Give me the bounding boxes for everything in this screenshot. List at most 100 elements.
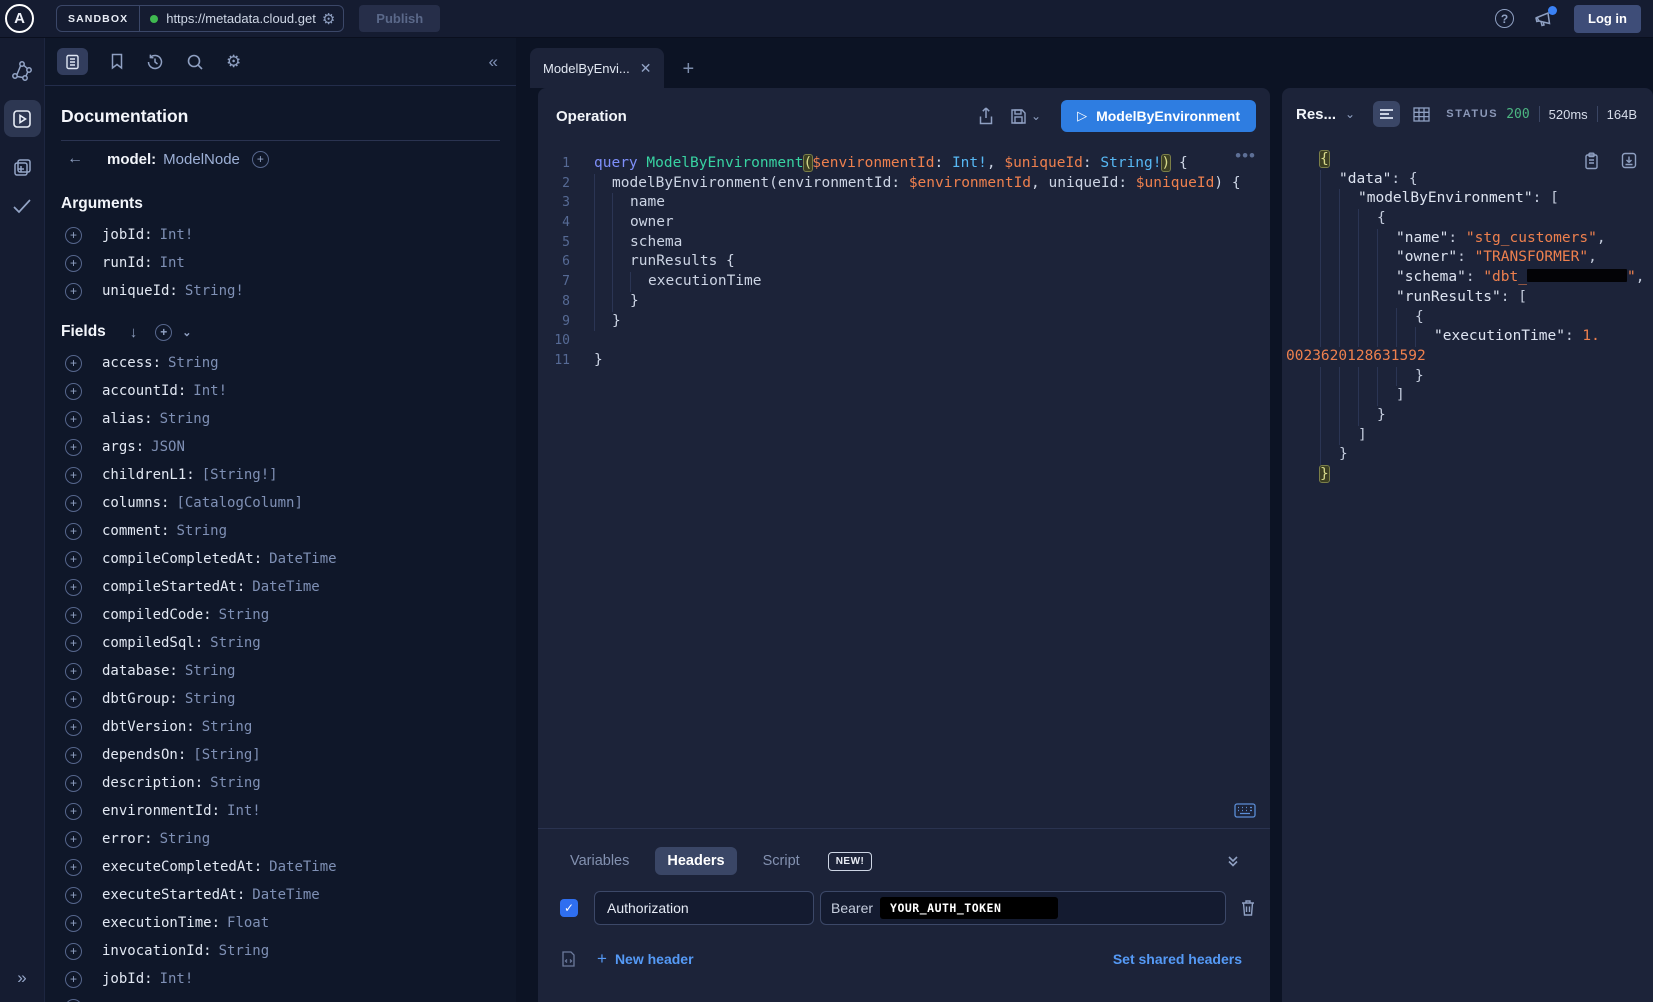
header-value-input[interactable]: Bearer YOUR_AUTH_TOKEN [820, 891, 1226, 925]
code-line[interactable]: 9} [538, 312, 1270, 332]
doc-settings-icon[interactable]: ⚙ [226, 52, 241, 72]
save-options-chevron-icon[interactable]: ⌄ [1031, 109, 1041, 123]
doc-field-row[interactable]: +args:JSON [61, 433, 500, 461]
add-to-query-icon[interactable]: + [65, 551, 82, 568]
add-to-query-icon[interactable]: + [65, 971, 82, 988]
doc-crumb-type[interactable]: ModelNode [163, 151, 240, 168]
add-to-query-icon[interactable]: + [65, 691, 82, 708]
doc-field-row[interactable]: +compiledSql:String [61, 629, 500, 657]
doc-field-row[interactable]: +columns:[CatalogColumn] [61, 489, 500, 517]
doc-field-row[interactable]: +executeStartedAt:DateTime [61, 881, 500, 909]
add-to-query-icon[interactable]: + [65, 439, 82, 456]
add-to-query-icon[interactable]: + [65, 255, 82, 272]
operation-collections-icon[interactable] [12, 157, 33, 178]
add-to-query-icon[interactable]: + [65, 579, 82, 596]
add-to-query-icon[interactable]: + [65, 887, 82, 904]
add-all-fields-icon[interactable]: + [155, 324, 172, 341]
code-line[interactable]: 11} [538, 351, 1270, 371]
add-to-query-icon[interactable]: + [65, 607, 82, 624]
add-to-query-icon[interactable]: + [65, 411, 82, 428]
doc-field-row[interactable]: +compileCompletedAt:DateTime [61, 545, 500, 573]
doc-field-row[interactable]: + [61, 993, 500, 1002]
operation-tab[interactable]: ModelByEnvi... ✕ [530, 48, 664, 88]
close-tab-icon[interactable]: ✕ [640, 60, 652, 77]
history-tab-icon[interactable] [146, 53, 164, 71]
add-to-query-icon[interactable]: + [65, 383, 82, 400]
copy-response-icon[interactable] [1584, 152, 1599, 170]
doc-field-row[interactable]: +dependsOn:[String] [61, 741, 500, 769]
add-to-query-icon[interactable]: + [65, 467, 82, 484]
doc-field-row[interactable]: +executionTime:Float [61, 909, 500, 937]
doc-field-row[interactable]: +dbtGroup:String [61, 685, 500, 713]
doc-field-row[interactable]: +accountId:Int! [61, 377, 500, 405]
add-to-query-icon[interactable]: + [65, 523, 82, 540]
code-line[interactable]: 4owner [538, 213, 1270, 233]
download-response-icon[interactable] [1621, 152, 1637, 170]
collapse-doc-panel-icon[interactable]: « [489, 52, 498, 72]
checklist-icon[interactable] [11, 198, 33, 214]
add-to-query-icon[interactable]: + [65, 943, 82, 960]
tab-headers[interactable]: Headers [655, 847, 736, 875]
announcements-icon[interactable] [1534, 10, 1554, 28]
help-icon[interactable]: ? [1495, 9, 1514, 28]
env-variables-icon[interactable] [560, 950, 577, 968]
explorer-nav-item[interactable] [4, 100, 41, 137]
doc-field-row[interactable]: +environmentId:Int! [61, 797, 500, 825]
raw-view-toggle[interactable] [1373, 101, 1400, 127]
doc-field-row[interactable]: +childrenL1:[String!] [61, 461, 500, 489]
response-dropdown-chevron-icon[interactable]: ⌄ [1345, 107, 1355, 121]
add-to-query-icon[interactable]: + [65, 227, 82, 244]
doc-field-row[interactable]: +description:String [61, 769, 500, 797]
publish-button[interactable]: Publish [359, 5, 440, 32]
expand-rail-icon[interactable]: » [17, 968, 26, 988]
endpoint-url-group[interactable]: SANDBOX https://metadata.cloud.get ⚙ [56, 5, 344, 32]
set-shared-headers-button[interactable]: Set shared headers [1113, 951, 1242, 967]
save-operation-icon[interactable] [1010, 108, 1027, 125]
endpoint-url-input[interactable]: https://metadata.cloud.get [166, 11, 316, 26]
new-header-button[interactable]: + New header [597, 949, 694, 969]
endpoint-settings-icon[interactable]: ⚙ [322, 10, 335, 28]
doc-field-row[interactable]: +compiledCode:String [61, 601, 500, 629]
response-json-viewer[interactable]: {"data": {"modelByEnvironment": [{"name"… [1282, 140, 1653, 485]
share-operation-icon[interactable] [978, 107, 994, 125]
add-to-query-icon[interactable]: + [65, 859, 82, 876]
fields-options-chevron-icon[interactable]: ⌄ [182, 326, 191, 339]
table-view-toggle[interactable] [1413, 107, 1430, 122]
tab-script[interactable]: Script [751, 847, 812, 875]
code-line[interactable]: 7executionTime [538, 272, 1270, 292]
doc-field-row[interactable]: +error:String [61, 825, 500, 853]
doc-field-row[interactable]: +alias:String [61, 405, 500, 433]
run-operation-button[interactable]: ▷ ModelByEnvironment [1061, 100, 1256, 132]
collapse-section-icon[interactable] [1226, 854, 1240, 868]
doc-field-row[interactable]: +runId:Int [61, 249, 500, 277]
sort-fields-icon[interactable]: ↓ [130, 324, 138, 341]
add-model-icon[interactable]: + [252, 151, 269, 168]
bookmarks-tab-icon[interactable] [110, 53, 124, 70]
code-line[interactable]: 2modelByEnvironment(environmentId: $envi… [538, 174, 1270, 194]
code-line[interactable]: 5schema [538, 233, 1270, 253]
doc-field-row[interactable]: +compileStartedAt:DateTime [61, 573, 500, 601]
header-key-input[interactable]: Authorization [594, 891, 814, 925]
doc-field-row[interactable]: +database:String [61, 657, 500, 685]
new-tab-icon[interactable]: + [682, 59, 694, 79]
doc-field-row[interactable]: +jobId:Int! [61, 965, 500, 993]
code-line[interactable]: 1query ModelByEnvironment($environmentId… [538, 154, 1270, 174]
doc-field-row[interactable]: +jobId:Int! [61, 221, 500, 249]
login-button[interactable]: Log in [1574, 5, 1641, 33]
add-to-query-icon[interactable]: + [65, 719, 82, 736]
delete-header-icon[interactable] [1240, 899, 1256, 917]
add-to-query-icon[interactable]: + [65, 283, 82, 300]
add-to-query-icon[interactable]: + [65, 747, 82, 764]
query-editor[interactable]: 1query ModelByEnvironment($environmentId… [538, 144, 1270, 828]
search-tab-icon[interactable] [186, 53, 204, 71]
doc-field-row[interactable]: +dbtVersion:String [61, 713, 500, 741]
back-arrow-icon[interactable]: ← [67, 150, 83, 168]
add-to-query-icon[interactable]: + [65, 831, 82, 848]
add-to-query-icon[interactable]: + [65, 999, 82, 1002]
add-to-query-icon[interactable]: + [65, 495, 82, 512]
documentation-tab[interactable] [57, 48, 88, 75]
schema-graph-icon[interactable] [11, 60, 33, 82]
header-enabled-checkbox[interactable]: ✓ [560, 899, 578, 917]
tab-variables[interactable]: Variables [558, 847, 641, 875]
keyboard-shortcuts-icon[interactable] [1234, 803, 1256, 818]
